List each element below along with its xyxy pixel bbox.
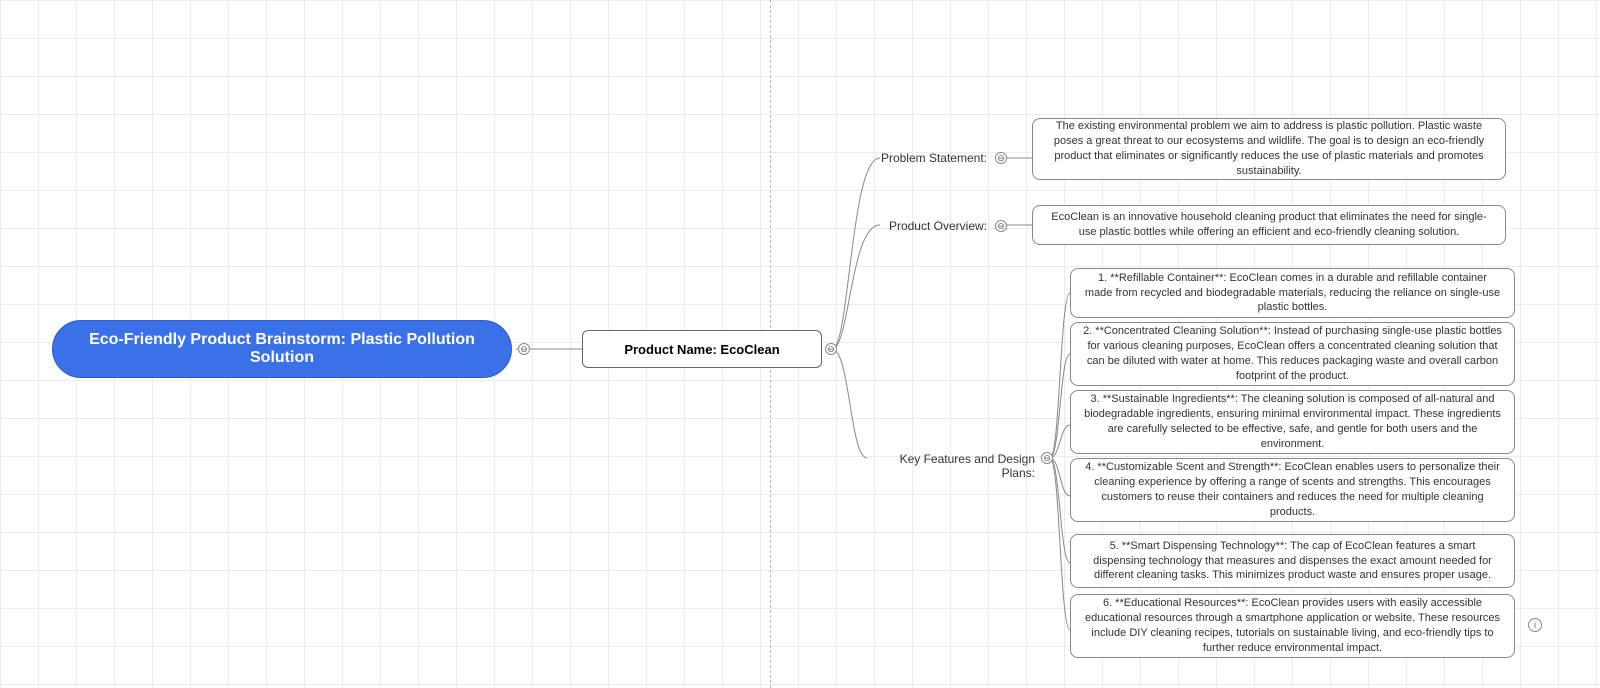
- features-toggle[interactable]: ⊖: [1041, 452, 1053, 464]
- feature-1-text: 1. **Refillable Container**: EcoClean co…: [1083, 271, 1502, 316]
- feature-item-4[interactable]: 4. **Customizable Scent and Strength**: …: [1070, 458, 1515, 522]
- root-toggle[interactable]: ⊖: [518, 343, 530, 355]
- problem-content[interactable]: The existing environmental problem we ai…: [1032, 118, 1506, 180]
- feature-3-text: 3. **Sustainable Ingredients**: The clea…: [1083, 392, 1502, 451]
- product-toggle[interactable]: ⊖: [825, 343, 837, 355]
- feature-2-text: 2. **Concentrated Cleaning Solution**: I…: [1083, 324, 1502, 383]
- feature-item-1[interactable]: 1. **Refillable Container**: EcoClean co…: [1070, 268, 1515, 318]
- root-title: Eco-Friendly Product Brainstorm: Plastic…: [87, 331, 477, 367]
- overview-toggle[interactable]: ⊖: [995, 220, 1007, 232]
- overview-label[interactable]: Product Overview:: [877, 219, 987, 233]
- feature-4-text: 4. **Customizable Scent and Strength**: …: [1083, 460, 1502, 519]
- info-icon[interactable]: i: [1528, 618, 1542, 632]
- feature-item-3[interactable]: 3. **Sustainable Ingredients**: The clea…: [1070, 390, 1515, 454]
- problem-toggle[interactable]: ⊖: [995, 152, 1007, 164]
- root-node[interactable]: Eco-Friendly Product Brainstorm: Plastic…: [52, 320, 512, 378]
- problem-label[interactable]: Problem Statement:: [877, 151, 987, 165]
- feature-6-text: 6. **Educational Resources**: EcoClean p…: [1083, 596, 1502, 655]
- product-name-title: Product Name: EcoClean: [624, 342, 779, 357]
- product-name-node[interactable]: Product Name: EcoClean: [582, 330, 822, 368]
- overview-text: EcoClean is an innovative household clea…: [1045, 210, 1493, 240]
- feature-item-5[interactable]: 5. **Smart Dispensing Technology**: The …: [1070, 534, 1515, 588]
- feature-item-2[interactable]: 2. **Concentrated Cleaning Solution**: I…: [1070, 322, 1515, 386]
- features-label[interactable]: Key Features and Design Plans:: [867, 452, 1035, 480]
- feature-5-text: 5. **Smart Dispensing Technology**: The …: [1083, 539, 1502, 584]
- feature-item-6[interactable]: 6. **Educational Resources**: EcoClean p…: [1070, 594, 1515, 658]
- problem-text: The existing environmental problem we ai…: [1045, 119, 1493, 178]
- overview-content[interactable]: EcoClean is an innovative household clea…: [1032, 205, 1506, 245]
